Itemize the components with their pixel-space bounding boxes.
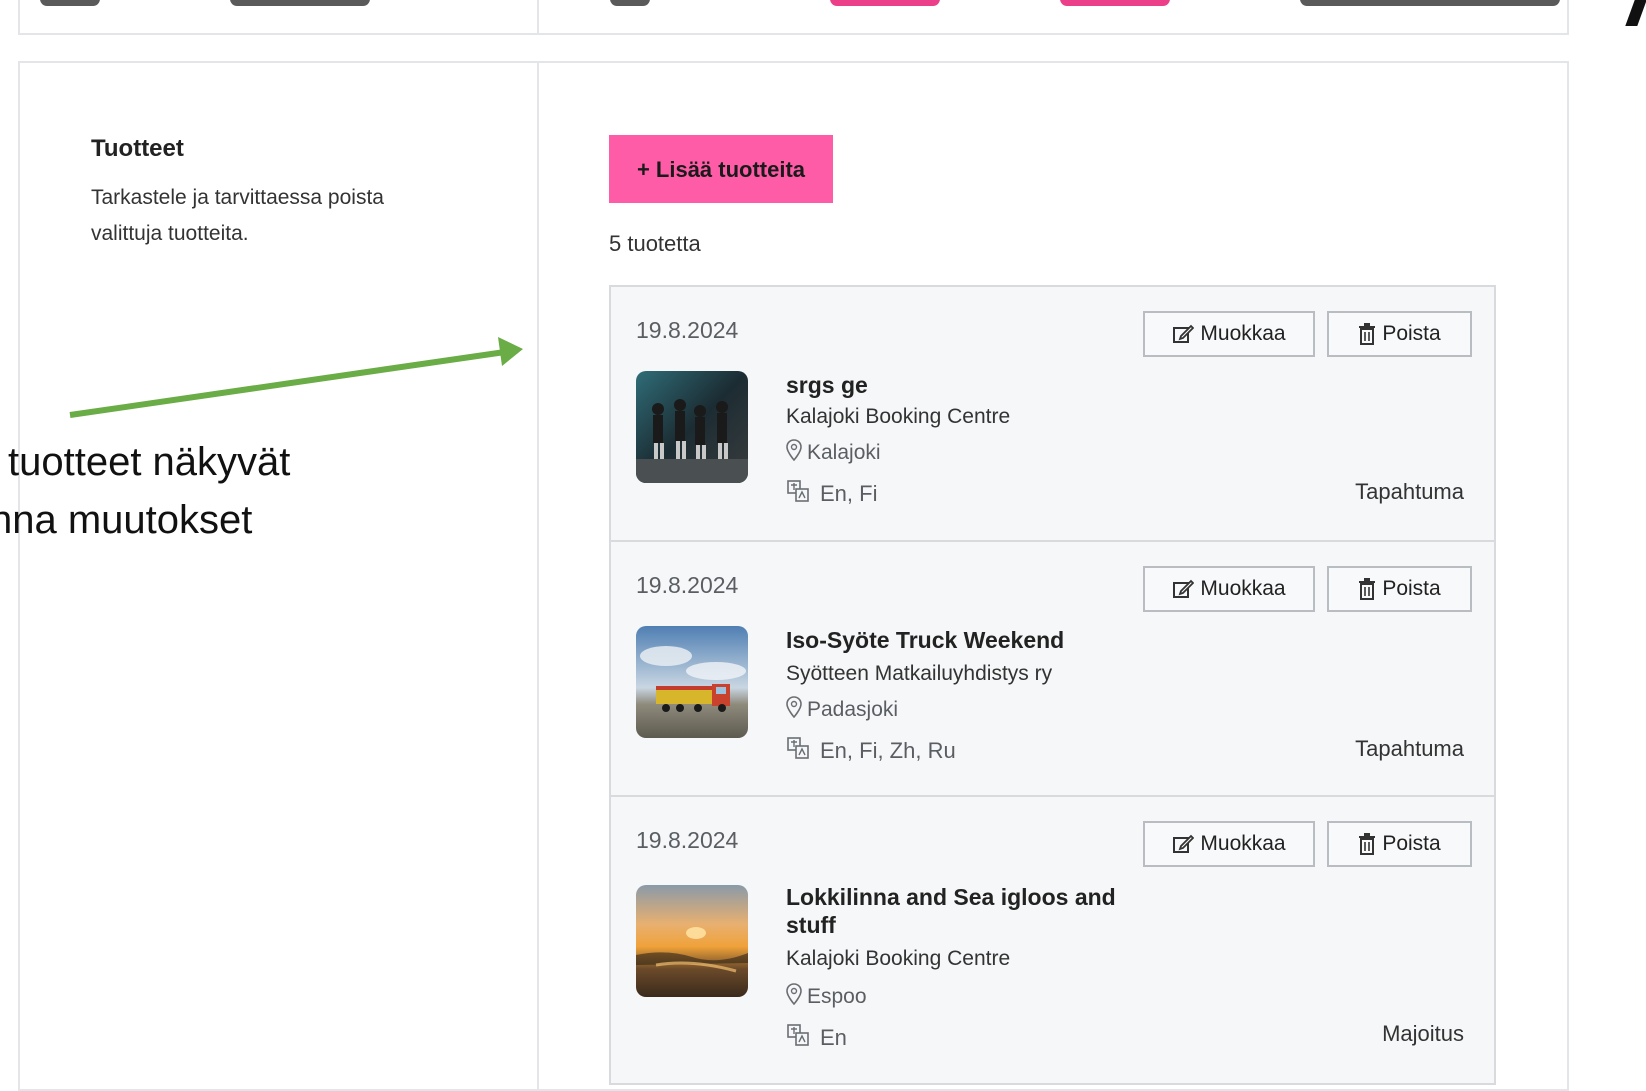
add-products-button[interactable]: + Lisää tuotteita [609,135,833,203]
location-text: Espoo [807,985,867,1008]
languages-text: En, Fi, Zh, Ru [820,738,956,763]
trash-icon [1358,578,1376,600]
edit-label: Muokkaa [1200,832,1286,855]
product-organization: Syötteen Matkailuyhdistys ry [786,662,1053,685]
translate-icon [786,1023,810,1053]
location-pin-icon [786,696,802,724]
location-text: Kalajoki [807,441,881,464]
edit-label: Muokkaa [1200,577,1286,600]
annotation-line-2: nna muutokset [0,498,253,542]
languages-text: En [820,1025,847,1050]
product-languages: En, Fi [786,479,877,509]
cropped-text-fragment [1300,0,1560,6]
product-type: Tapahtuma [1355,479,1464,504]
edit-label: Muokkaa [1200,322,1286,345]
annotation-line-1: tuotteet näkyvät [8,440,291,484]
delete-label: Poista [1382,322,1441,345]
delete-button[interactable]: Poista [1327,566,1472,612]
product-card: 19.8.2024 Muokkaa Poista srgs ge Kalajok… [609,285,1496,542]
annotation-arrow [69,337,523,418]
edit-icon [1172,833,1195,855]
trash-icon [1358,323,1376,345]
product-image [636,371,748,483]
location-pin-icon [786,439,802,467]
product-location: Padasjoki [786,696,898,724]
product-name[interactable]: srgs ge [786,371,1146,399]
languages-text: En, Fi [820,481,878,506]
product-image [636,885,748,997]
product-organization: Kalajoki Booking Centre [786,947,1011,970]
product-name[interactable]: Lokkilinna and Sea igloos and stuff [786,883,1146,939]
product-languages: En [786,1023,847,1053]
edit-button[interactable]: Muokkaa [1143,311,1315,357]
translate-icon [786,736,810,766]
translate-icon [786,479,810,509]
edit-icon [1172,578,1195,600]
edit-icon [1172,323,1195,345]
location-text: Padasjoki [807,698,899,721]
cropped-text-fragment [610,0,650,6]
delete-button[interactable]: Poista [1327,821,1472,867]
delete-label: Poista [1382,577,1441,600]
product-list: 19.8.2024 Muokkaa Poista srgs ge Kalajok… [609,285,1496,1085]
delete-button[interactable]: Poista [1327,311,1472,357]
product-date: 19.8.2024 [636,827,739,853]
delete-label: Poista [1382,832,1441,855]
edit-button[interactable]: Muokkaa [1143,566,1315,612]
product-type: Majoitus [1382,1021,1464,1046]
product-location: Espoo [786,983,867,1011]
product-location: Kalajoki [786,439,881,467]
annotation-text: tuotteet näkyvät nna muutokset [0,433,290,607]
cropped-slide-mark [1625,0,1646,26]
product-type: Tapahtuma [1355,736,1464,761]
product-date: 19.8.2024 [636,572,739,598]
product-count: 5 tuotetta [609,231,701,256]
product-card: 19.8.2024 Muokkaa Poista Iso-Syöte Truck… [609,540,1496,797]
product-languages: En, Fi, Zh, Ru [786,736,956,766]
cropped-text-fragment [1060,0,1170,6]
trash-icon [1358,833,1376,855]
product-name[interactable]: Iso-Syöte Truck Weekend [786,626,1146,654]
edit-button[interactable]: Muokkaa [1143,821,1315,867]
product-card: 19.8.2024 Muokkaa Poista Lokkilinna and … [609,795,1496,1085]
product-organization: Kalajoki Booking Centre [786,405,1011,428]
location-pin-icon [786,983,802,1011]
product-date: 19.8.2024 [636,317,739,343]
cropped-text-fragment [830,0,940,6]
product-image [636,626,748,738]
